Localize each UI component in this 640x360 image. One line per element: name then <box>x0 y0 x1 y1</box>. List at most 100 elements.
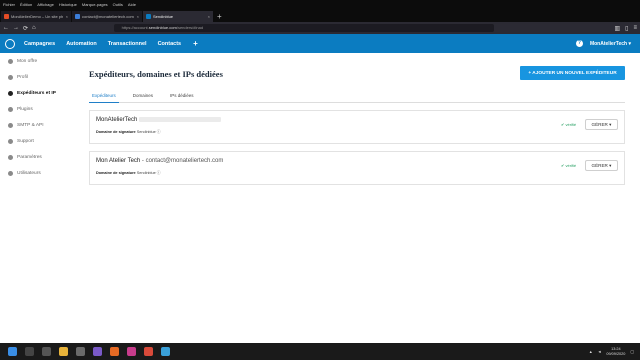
app-icon[interactable] <box>161 347 170 356</box>
menu-help[interactable]: Aide <box>128 0 136 9</box>
search-icon[interactable] <box>25 347 34 356</box>
menu-edit[interactable]: Édition <box>20 0 32 9</box>
url-path: /senders/#inad <box>176 25 204 30</box>
app-header: Campagnes Automation Transactionnel Cont… <box>0 34 640 53</box>
back-icon[interactable]: ← <box>3 25 9 31</box>
code-icon <box>8 122 13 128</box>
close-tab-icon[interactable]: × <box>66 14 68 19</box>
browser-tab-active[interactable]: Sendinblue × <box>143 11 213 22</box>
sidebar-item-support[interactable]: Support <box>0 133 73 149</box>
main-nav: Campagnes Automation Transactionnel Cont… <box>24 41 181 47</box>
site-favicon-icon <box>75 14 80 19</box>
new-tab-button[interactable]: + <box>217 11 222 22</box>
tab-senders[interactable]: Expéditeurs <box>89 91 119 103</box>
main-content: Expéditeurs, domaines et IPs dédiées + A… <box>73 53 640 343</box>
app-icon[interactable] <box>76 347 85 356</box>
url-prefix: https://account. <box>121 25 149 30</box>
sidebar-item-settings[interactable]: Paramètres <box>0 149 73 165</box>
firefox-icon[interactable] <box>110 347 119 356</box>
menu-file[interactable]: Fichier <box>3 0 15 9</box>
signature-domain: Domaine de signature Sendinblue ⓘ <box>96 130 161 135</box>
sidebar-toggle-icon[interactable]: ▯ <box>625 25 628 32</box>
nav-campaigns[interactable]: Campagnes <box>24 41 55 47</box>
menu-history[interactable]: Historique <box>59 0 77 9</box>
clock[interactable]: 13:24 09/09/2020 <box>606 347 625 357</box>
system-tray: ▲ ◄ 13:24 09/09/2020 ▢ <box>589 347 634 357</box>
home-icon[interactable]: ⌂ <box>32 25 36 31</box>
account-menu[interactable]: MonAtelierTech ▾ <box>590 41 631 47</box>
menu-view[interactable]: Affichage <box>37 0 54 9</box>
plan-icon <box>8 58 13 64</box>
windows-taskbar: ▲ ◄ 13:24 09/09/2020 ▢ <box>0 343 640 360</box>
sidebar-item-senders[interactable]: Expéditeurs et IP <box>0 85 73 101</box>
sidebar-item-label: SMTP & API <box>17 122 44 128</box>
sidebar-item-label: Mon offre <box>17 58 38 64</box>
site-favicon-icon <box>4 14 9 19</box>
add-sender-button[interactable]: + AJOUTER UN NOUVEL EXPÉDITEUR <box>520 66 625 80</box>
content-tabs: Expéditeurs Domaines IPs dédiées <box>89 91 625 103</box>
profile-icon <box>8 74 13 80</box>
sidebar-item-plugins[interactable]: Plugins <box>0 101 73 117</box>
close-tab-icon[interactable]: × <box>137 14 139 19</box>
signature-label: Domaine de signature <box>96 130 136 134</box>
tab-label: contact@monateliertech.com <box>82 14 134 19</box>
volume-icon[interactable]: ◄ <box>598 350 602 354</box>
gear-icon <box>8 154 13 160</box>
windows-start-icon[interactable] <box>8 347 17 356</box>
sidebar-item-users[interactable]: Utilisateurs <box>0 165 73 181</box>
sender-email: - contact@monateliertech.com <box>140 158 224 164</box>
menu-bookmarks[interactable]: Marque-pages <box>82 0 108 9</box>
library-icon[interactable]: ▥ <box>615 25 621 32</box>
task-view-icon[interactable] <box>42 347 51 356</box>
file-explorer-icon[interactable] <box>59 347 68 356</box>
sidebar-item-label: Utilisateurs <box>17 170 41 176</box>
menu-icon[interactable]: ≡ <box>633 25 637 32</box>
verified-badge: ✔ vérifié <box>561 163 577 168</box>
support-icon <box>8 138 13 144</box>
app-icon[interactable] <box>93 347 102 356</box>
notifications-icon[interactable]: ▢ <box>630 349 634 354</box>
senders-icon <box>8 90 13 96</box>
app-icon[interactable] <box>144 347 153 356</box>
sidebar-item-smtp[interactable]: SMTP & API <box>0 117 73 133</box>
close-tab-icon[interactable]: × <box>208 14 210 19</box>
sidebar-item-label: Paramètres <box>17 154 42 160</box>
verified-badge: ✔ vérifié <box>561 122 577 127</box>
app-icon[interactable] <box>127 347 136 356</box>
sidebar-item-label: Support <box>17 138 34 144</box>
nav-contacts[interactable]: Contacts <box>158 41 182 47</box>
manage-button[interactable]: GÉRER ▾ <box>585 119 618 130</box>
help-icon[interactable]: ? <box>575 40 583 47</box>
nav-automation[interactable]: Automation <box>66 41 97 47</box>
reload-icon[interactable]: ⟳ <box>23 25 28 32</box>
sender-name-line: Mon Atelier Tech - contact@monateliertec… <box>96 158 223 164</box>
sender-name: MonAtelierTech <box>96 117 138 124</box>
nav-transactional[interactable]: Transactionnel <box>108 41 147 47</box>
network-icon[interactable]: ▲ <box>589 350 593 354</box>
tab-domains[interactable]: Domaines <box>130 91 156 103</box>
sidebar-item-profile[interactable]: Profil <box>0 69 73 85</box>
users-icon <box>8 170 13 176</box>
menu-tools[interactable]: Outils <box>113 0 123 9</box>
browser-tab[interactable]: contact@monateliertech.com × <box>72 11 142 22</box>
sidebar-item-plan[interactable]: Mon offre <box>0 53 73 69</box>
create-plus-button[interactable]: + <box>193 39 198 48</box>
sender-card: Mon Atelier Tech - contact@monateliertec… <box>89 151 625 185</box>
browser-menubar: Fichier Édition Affichage Historique Mar… <box>0 0 640 9</box>
sidebar-item-label: Expéditeurs et IP <box>17 90 56 96</box>
sender-name-line: MonAtelierTech <box>96 117 222 124</box>
sender-name: Mon Atelier Tech <box>96 158 141 164</box>
site-favicon-icon <box>146 14 151 19</box>
settings-sidebar: Mon offre Profil Expéditeurs et IP Plugi… <box>0 53 73 343</box>
forward-icon[interactable]: → <box>13 25 19 31</box>
sendinblue-logo-icon[interactable] <box>5 38 15 49</box>
url-bar[interactable]: https://account.sendinblue.com/senders/#… <box>113 24 494 32</box>
sidebar-item-label: Profil <box>17 74 28 80</box>
plugin-icon <box>8 106 13 112</box>
sidebar-item-label: Plugins <box>17 106 33 112</box>
tab-dedicated-ips[interactable]: IPs dédiées <box>167 91 197 103</box>
browser-tab[interactable]: MonAtelierDemo – Un site ph × <box>1 11 71 22</box>
clock-date: 09/09/2020 <box>606 351 626 356</box>
tab-label: Sendinblue <box>153 14 174 19</box>
manage-button[interactable]: GÉRER ▾ <box>585 160 618 171</box>
